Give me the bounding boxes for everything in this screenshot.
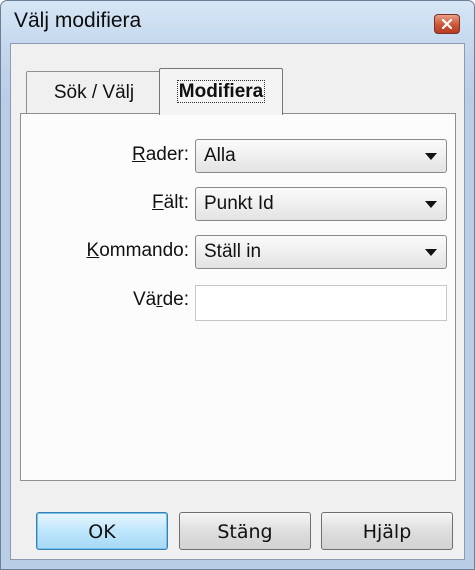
chevron-down-icon bbox=[425, 153, 437, 160]
kommando-dropdown[interactable]: Ställ in bbox=[195, 235, 447, 269]
falt-label: Fält: bbox=[152, 192, 189, 213]
rader-label: Rader: bbox=[131, 144, 189, 165]
window-title: Välj modifiera bbox=[14, 9, 142, 32]
rader-value: Alla bbox=[204, 145, 236, 166]
dialog-body: Sök / Välj Modifiera Rader: Alla Fält: P… bbox=[10, 43, 465, 560]
close-icon bbox=[442, 19, 452, 29]
chevron-down-icon bbox=[425, 201, 437, 208]
rader-dropdown[interactable]: Alla bbox=[195, 139, 447, 173]
tab-modifiera-label: Modifiera bbox=[176, 80, 266, 103]
chevron-down-icon bbox=[425, 249, 437, 256]
tab-modifiera[interactable]: Modifiera bbox=[159, 68, 283, 115]
varde-input[interactable] bbox=[195, 285, 447, 321]
stang-button[interactable]: Stäng bbox=[179, 512, 311, 550]
tab-sok-valj[interactable]: Sök / Välj bbox=[26, 71, 162, 113]
varde-label: Värde: bbox=[133, 289, 189, 310]
tab-panel-modifiera: Rader: Alla Fält: Punkt Id Kommando: Stä… bbox=[20, 113, 456, 481]
ok-button[interactable]: OK bbox=[36, 512, 168, 550]
falt-dropdown[interactable]: Punkt Id bbox=[195, 187, 447, 221]
hjalp-button[interactable]: Hjälp bbox=[321, 512, 453, 550]
close-button[interactable] bbox=[434, 14, 460, 34]
dialog-window: Välj modifiera Sök / Välj Modifiera Rade… bbox=[0, 0, 475, 570]
kommando-label: Kommando: bbox=[86, 240, 189, 261]
kommando-value: Ställ in bbox=[204, 241, 262, 262]
title-bar[interactable]: Välj modifiera bbox=[1, 1, 474, 43]
falt-value: Punkt Id bbox=[204, 193, 274, 214]
